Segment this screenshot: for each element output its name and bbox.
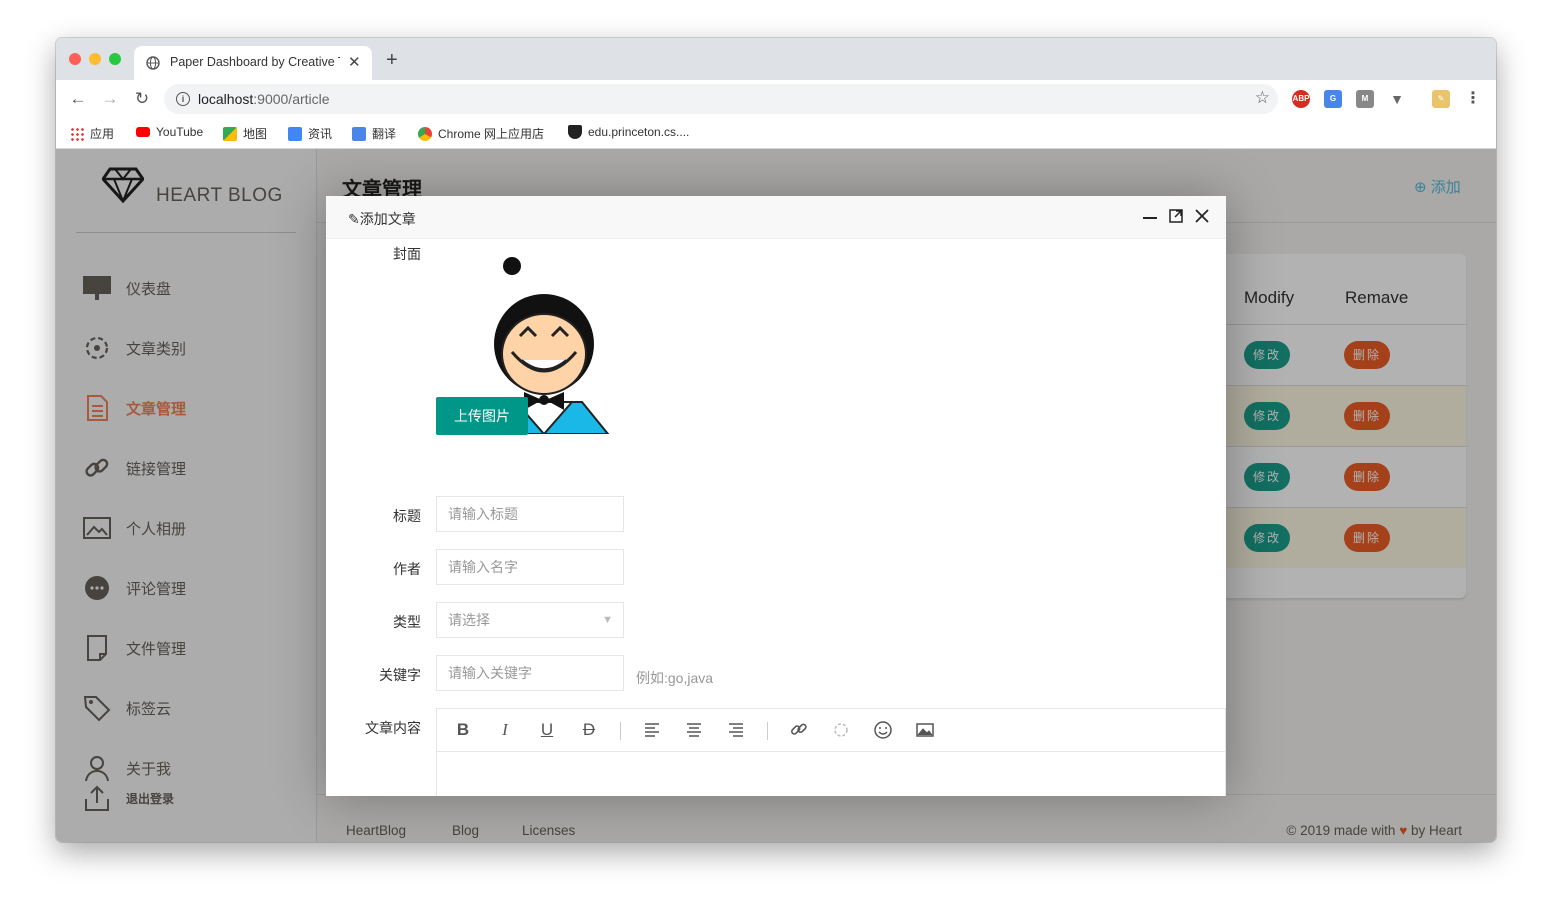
tab-strip: Paper Dashboard by Creative T ✕ + xyxy=(56,38,1496,80)
chrome-webstore-icon xyxy=(418,126,432,141)
keywords-input[interactable]: 请输入关键字 xyxy=(436,655,624,691)
align-right-icon[interactable] xyxy=(726,720,746,740)
bookmark-princeton[interactable]: edu.princeton.cs.... xyxy=(568,125,689,139)
author-label: 作者 xyxy=(393,561,421,577)
cover-label: 封面 xyxy=(393,246,421,262)
browser-tab[interactable]: Paper Dashboard by Creative T ✕ xyxy=(134,46,372,80)
browser-window: Paper Dashboard by Creative T ✕ + ← → ↻ … xyxy=(56,38,1496,842)
close-icon[interactable] xyxy=(1193,207,1211,225)
align-left-icon[interactable] xyxy=(642,720,662,740)
translate-extension-icon[interactable]: G xyxy=(1324,90,1342,108)
news-icon xyxy=(288,126,302,141)
title-input[interactable]: 请输入标题 xyxy=(436,496,624,532)
zoom-window-button[interactable] xyxy=(109,53,121,65)
bookmark-label: 翻译 xyxy=(372,127,397,141)
keywords-hint: 例如:go,java xyxy=(636,670,714,686)
url-path: :9000/article xyxy=(253,91,330,107)
italic-icon[interactable]: I xyxy=(495,720,515,740)
close-tab-icon[interactable]: ✕ xyxy=(348,53,361,71)
toolbar-separator xyxy=(767,722,768,740)
unlink-icon[interactable] xyxy=(831,720,851,740)
bold-icon[interactable]: B xyxy=(453,720,473,740)
translate-icon xyxy=(352,126,366,141)
menu-kebab-icon[interactable]: ⋮ xyxy=(1464,90,1482,108)
maximize-icon[interactable] xyxy=(1167,207,1185,225)
chevron-down-icon: ▼ xyxy=(602,614,613,626)
info-icon[interactable]: i xyxy=(176,92,190,106)
keywords-label: 关键字 xyxy=(379,667,421,683)
youtube-icon xyxy=(136,127,150,137)
link-icon[interactable] xyxy=(789,720,809,740)
bookmark-translate[interactable]: 翻译 xyxy=(352,125,396,142)
new-tab-button[interactable]: + xyxy=(386,50,398,70)
bookmark-webstore[interactable]: Chrome 网上应用店 xyxy=(418,125,544,142)
reload-icon[interactable]: ↻ xyxy=(131,88,153,110)
bookmark-maps[interactable]: 地图 xyxy=(223,125,267,142)
type-select[interactable]: 请选择 ▼ xyxy=(436,602,624,638)
underline-icon[interactable]: U xyxy=(537,720,557,740)
bookmark-label: edu.princeton.cs.... xyxy=(588,125,690,139)
bookmark-label: 应用 xyxy=(90,127,115,141)
bookmark-star-icon[interactable]: ☆ xyxy=(1255,88,1270,108)
bookmarks-bar: 应用 YouTube 地图 资讯 翻译 Chrome 网上应用店 edu.pri… xyxy=(56,118,1496,149)
modal-title-text: 添加文章 xyxy=(359,211,416,227)
adblock-extension-icon[interactable]: ABP xyxy=(1292,90,1310,108)
bookmark-youtube[interactable]: YouTube xyxy=(136,125,203,139)
url-text[interactable]: localhost:9000/article xyxy=(198,91,330,107)
princeton-shield-icon xyxy=(568,125,582,139)
bookmark-label: Chrome 网上应用店 xyxy=(438,127,545,141)
align-center-icon[interactable] xyxy=(684,720,704,740)
bookmark-apps[interactable]: 应用 xyxy=(70,125,114,142)
pencil-icon: ✎ xyxy=(348,211,360,227)
forward-arrow-icon[interactable]: → xyxy=(99,88,121,110)
type-select-value: 请选择 xyxy=(448,612,490,628)
browser-toolbar: ← → ↻ i localhost:9000/article ☆ ABP G M… xyxy=(56,80,1496,118)
editor-toolbar: B I U D xyxy=(437,709,1226,752)
bookmark-label: 地图 xyxy=(243,127,268,141)
vue-extension-icon[interactable]: ▼ xyxy=(1388,90,1406,108)
bookmark-label: 资讯 xyxy=(308,127,333,141)
url-host: localhost xyxy=(198,91,254,107)
maps-icon xyxy=(223,126,237,141)
editor-content-area[interactable] xyxy=(437,752,1225,796)
modal-title: ✎添加文章 xyxy=(348,209,416,229)
rich-text-editor: B I U D xyxy=(436,708,1226,796)
title-label: 标题 xyxy=(393,508,421,524)
minimize-window-button[interactable] xyxy=(89,53,101,65)
app-page: HEART BLOG 仪表盘 文章类别 文章管理 链接管理 个人相册 评论管理 … xyxy=(56,149,1496,842)
strikethrough-icon[interactable]: D xyxy=(579,720,599,740)
content-label: 文章内容 xyxy=(365,720,421,736)
insert-image-icon[interactable] xyxy=(915,720,935,740)
globe-icon xyxy=(146,56,160,70)
apps-grid-icon xyxy=(70,126,84,141)
tab-title: Paper Dashboard by Creative T xyxy=(170,55,340,69)
back-arrow-icon[interactable]: ← xyxy=(67,88,89,110)
type-label: 类型 xyxy=(393,614,421,630)
add-article-modal: ✎添加文章 封面 上传图片 标题 请输入标题 作者 请输入名字 类型 请选择 ▼… xyxy=(326,196,1226,796)
upload-image-button[interactable]: 上传图片 xyxy=(436,397,528,435)
toolbar-separator xyxy=(620,722,621,740)
author-input[interactable]: 请输入名字 xyxy=(436,549,624,585)
emoji-icon[interactable] xyxy=(873,720,893,740)
bookmark-label: YouTube xyxy=(156,125,204,139)
mail-extension-icon[interactable]: M xyxy=(1356,90,1374,108)
bookmark-news[interactable]: 资讯 xyxy=(288,125,332,142)
address-bar[interactable]: i localhost:9000/article ☆ xyxy=(164,84,1278,114)
minimize-icon[interactable] xyxy=(1141,207,1159,225)
custom-extension-icon[interactable]: ✎ xyxy=(1432,90,1450,108)
close-window-button[interactable] xyxy=(69,53,81,65)
modal-header: ✎添加文章 xyxy=(326,196,1226,239)
